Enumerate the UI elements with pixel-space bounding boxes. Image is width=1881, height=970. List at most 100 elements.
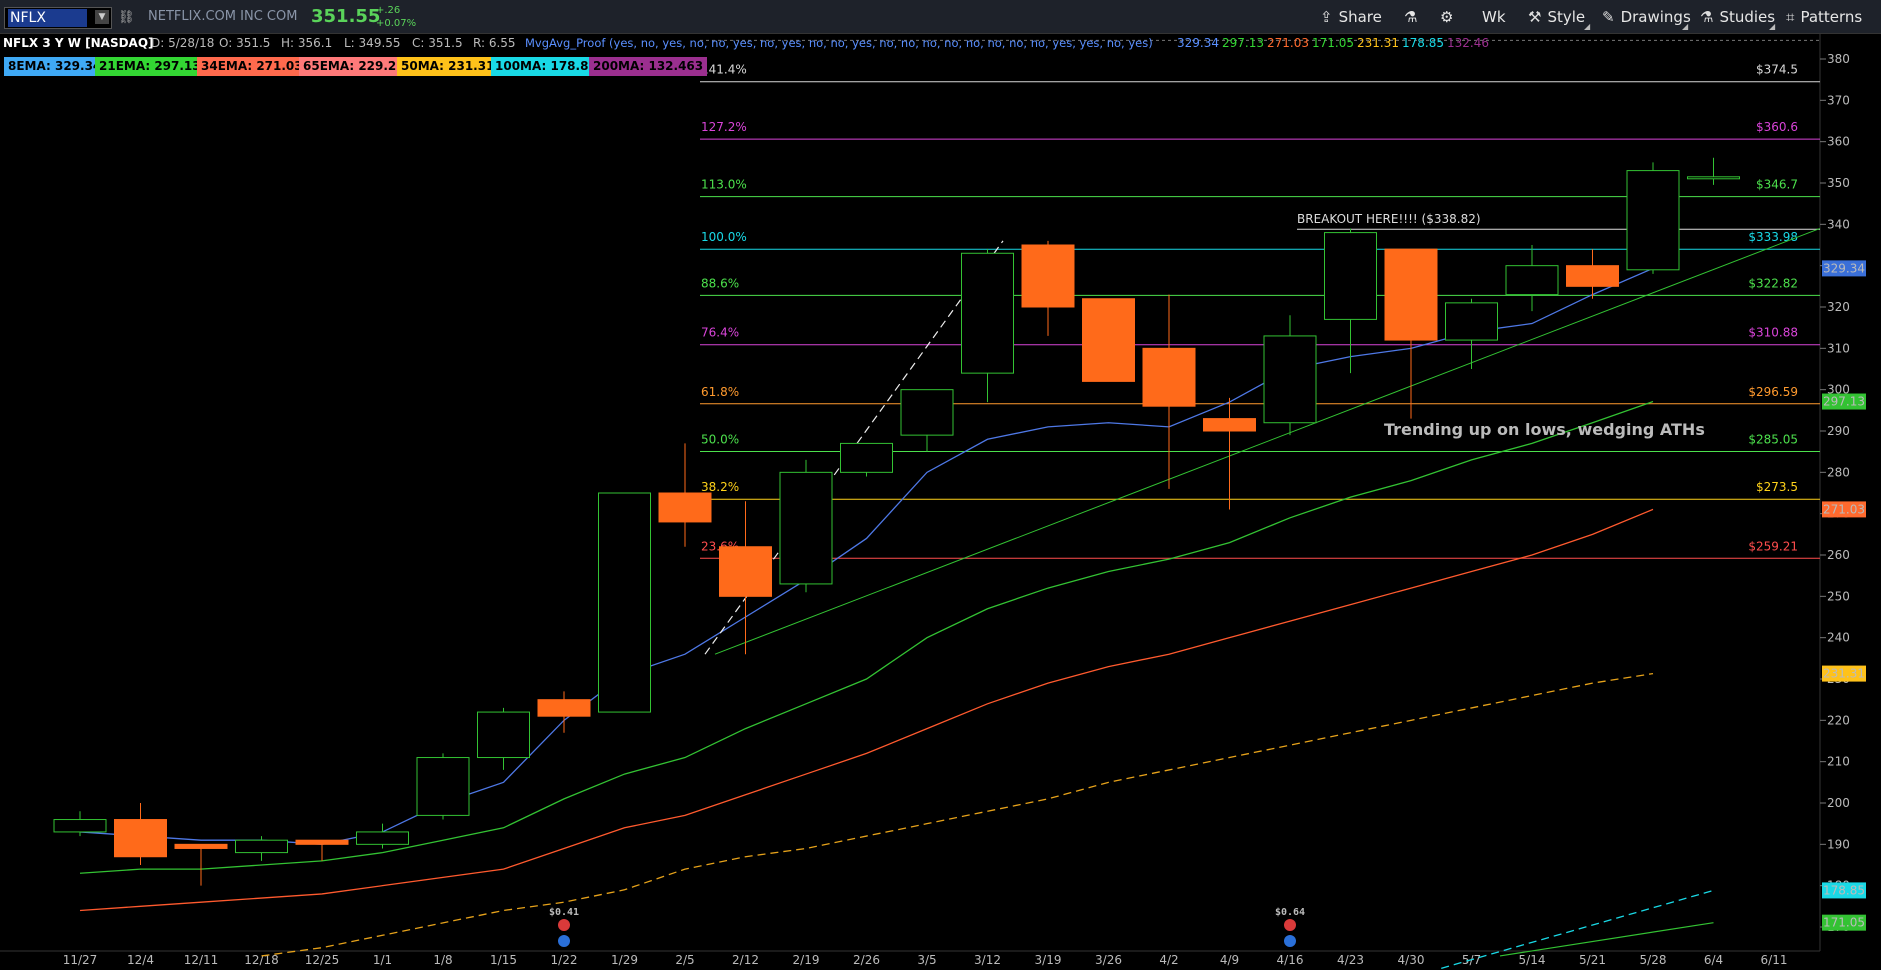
study-value: 231.31: [1357, 36, 1399, 50]
candle-body[interactable]: [53, 819, 107, 833]
candle-body[interactable]: [114, 819, 167, 858]
candle-body[interactable]: [658, 492, 712, 523]
bar-open: O: 351.5: [219, 36, 271, 50]
candle-body[interactable]: [1082, 298, 1135, 382]
company-name: NETFLIX.COM INC COM: [148, 9, 298, 24]
flask-icon: ⚗: [1700, 8, 1714, 26]
symbol-input[interactable]: [8, 9, 87, 27]
study-value: 178.85: [1402, 36, 1444, 50]
trend-annotation: Trending up on lows, wedging ATHs: [1384, 420, 1705, 439]
caret-down-icon: ◢: [1769, 22, 1776, 31]
patterns-icon: ⌗: [1786, 8, 1795, 26]
drawings-button[interactable]: ✎ Drawings: [1602, 8, 1691, 26]
candle-body[interactable]: [1142, 347, 1196, 407]
timeframe-button[interactable]: Wk: [1482, 8, 1506, 26]
candle-body[interactable]: [1021, 244, 1075, 308]
candle-body[interactable]: [779, 471, 833, 585]
candle-body[interactable]: [1566, 265, 1619, 287]
y-tick-label: 310: [1827, 341, 1850, 355]
fib-percent-label: 88.6%: [701, 276, 739, 290]
x-tick-label: 1/8: [433, 953, 452, 967]
price-chart[interactable]: 1701801902002102202302402502602702802903…: [0, 0, 1881, 970]
y-tick-label: 240: [1827, 631, 1850, 645]
candle-body[interactable]: [1626, 170, 1680, 271]
ema34-line: [79, 508, 1654, 912]
fib-price-label: $360.6: [1756, 120, 1798, 134]
candle-body[interactable]: [295, 839, 349, 845]
x-tick-label: 5/21: [1579, 953, 1606, 967]
candle-body[interactable]: [1263, 335, 1317, 424]
fib-price-label: $346.7: [1756, 178, 1798, 192]
ma-tag: 21EMA: 297.13: [95, 57, 205, 76]
fib-price-label: $296.59: [1748, 385, 1798, 399]
symbol-selector[interactable]: ▼: [4, 7, 112, 29]
x-tick-label: 5/14: [1519, 953, 1546, 967]
fib-percent-label: 61.8%: [701, 385, 739, 399]
y-tick-label: 370: [1827, 93, 1850, 107]
candle-body[interactable]: [477, 711, 530, 759]
chevron-down-icon[interactable]: ▼: [95, 10, 109, 24]
earnings-icon[interactable]: [558, 919, 570, 931]
fib-price-label: $259.21: [1748, 539, 1798, 553]
x-tick-label: 3/12: [974, 953, 1001, 967]
x-tick-label: 1/1: [373, 953, 392, 967]
candle-body[interactable]: [1505, 265, 1559, 296]
fib-percent-label: 113.0%: [701, 178, 747, 192]
x-tick-label: 2/5: [675, 953, 694, 967]
x-tick-label: 3/19: [1035, 953, 1062, 967]
percent-change: +0.07%: [376, 18, 417, 29]
dividend-label: $0.64: [1275, 907, 1305, 918]
candle-body[interactable]: [1324, 232, 1377, 320]
style-button[interactable]: ⚒ Style: [1528, 8, 1585, 26]
x-tick-label: 1/15: [490, 953, 517, 967]
dividend-icon[interactable]: [1284, 935, 1296, 947]
study-value: 271.03: [1267, 36, 1309, 50]
candle-body[interactable]: [1445, 302, 1498, 341]
pencil-icon: ✎: [1602, 8, 1615, 26]
candle-body[interactable]: [1687, 176, 1740, 180]
studies-button[interactable]: ⚗ Studies: [1700, 8, 1775, 26]
x-tick-label: 4/23: [1337, 953, 1364, 967]
link-icon[interactable]: ⛓: [118, 10, 135, 25]
x-tick-label: 4/16: [1277, 953, 1304, 967]
candle-body[interactable]: [1384, 248, 1438, 341]
price-tag-label: 231.31: [1823, 667, 1865, 681]
candle-body[interactable]: [840, 442, 893, 473]
patterns-button[interactable]: ⌗ Patterns: [1786, 8, 1862, 26]
x-tick-label: 1/29: [611, 953, 638, 967]
fib-percent-label: 50.0%: [701, 432, 739, 446]
candle-body[interactable]: [1203, 418, 1256, 432]
settings-button[interactable]: ⚙: [1440, 8, 1453, 26]
candle-body[interactable]: [719, 546, 772, 597]
caret-down-icon: ◢: [1584, 22, 1591, 31]
candle-body[interactable]: [235, 839, 288, 854]
candle-body[interactable]: [900, 389, 954, 436]
study-value: 171.05: [1312, 36, 1354, 50]
flask-button[interactable]: ⚗: [1404, 8, 1417, 26]
candle-body[interactable]: [598, 492, 651, 713]
ma-tag: 34EMA: 271.03: [197, 57, 307, 76]
x-tick-label: 6/4: [1704, 953, 1723, 967]
share-button[interactable]: ⇪ Share: [1320, 8, 1382, 26]
x-tick-label: 1/22: [551, 953, 578, 967]
fib-price-label: $322.82: [1748, 276, 1798, 290]
study-value: 132.46: [1447, 36, 1489, 50]
candle-body[interactable]: [356, 831, 409, 845]
candle-body[interactable]: [537, 699, 591, 717]
dividend-icon[interactable]: [558, 935, 570, 947]
ma-tag: 100MA: 178.85: [491, 57, 601, 76]
x-tick-label: 12/11: [184, 953, 219, 967]
ema8-line: [79, 267, 1654, 845]
x-tick-label: 6/11: [1761, 953, 1788, 967]
bar-date: D: 5/28/18: [151, 36, 215, 50]
candle-body[interactable]: [174, 843, 228, 849]
price-tag-label: 171.05: [1823, 916, 1865, 930]
candle-body[interactable]: [416, 757, 470, 816]
caret-down-icon: ◢: [1682, 22, 1689, 31]
x-tick-label: 3/5: [917, 953, 936, 967]
earnings-icon[interactable]: [1284, 919, 1296, 931]
x-tick-label: 12/18: [244, 953, 279, 967]
x-tick-label: 2/19: [793, 953, 820, 967]
candle-body[interactable]: [961, 252, 1014, 374]
y-tick-label: 320: [1827, 300, 1850, 314]
